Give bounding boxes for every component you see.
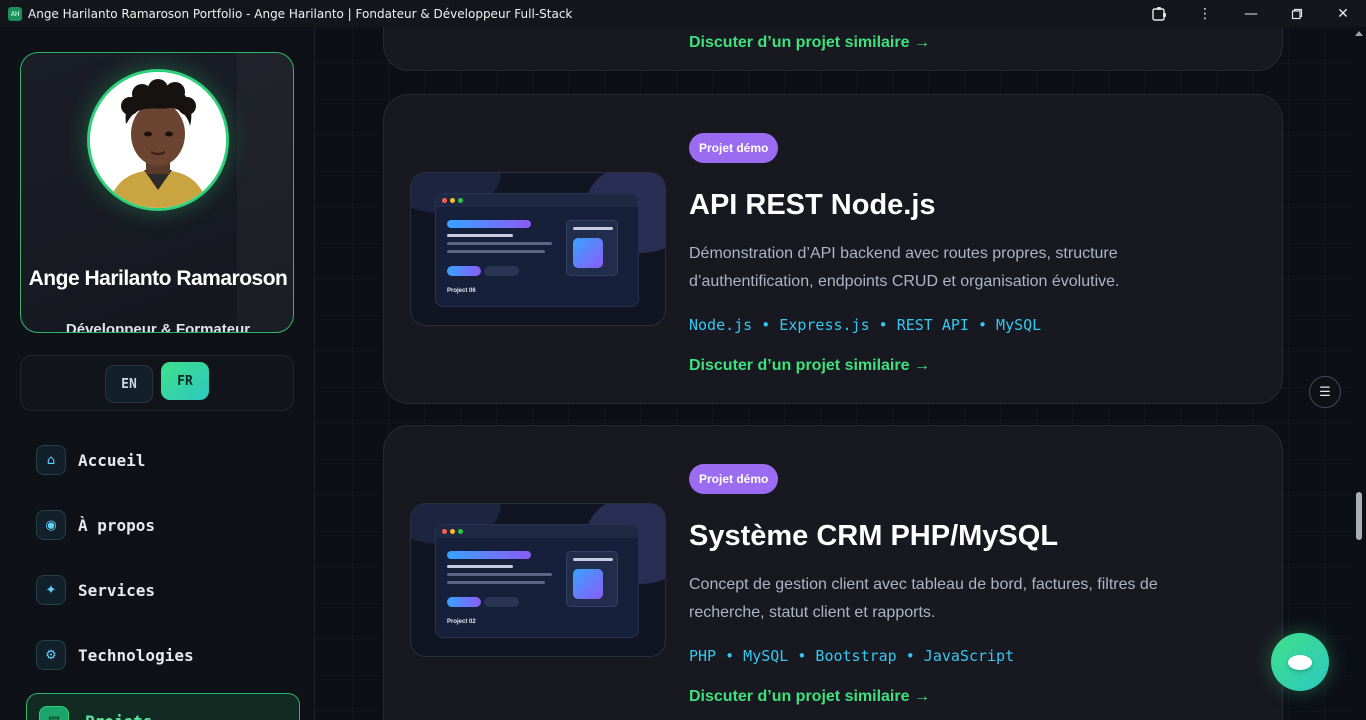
thumbnail-caption: Project 02	[447, 619, 476, 625]
scroll-up-icon[interactable]	[1355, 31, 1363, 36]
project-thumbnail: Project 02	[410, 503, 666, 657]
project-description: Démonstration d’API backend avec routes …	[689, 245, 1120, 290]
nav-item-technologies[interactable]: ⚙ Technologies	[36, 640, 194, 670]
window-controls: ⋮ — ✕	[1136, 0, 1366, 27]
nav-label: Services	[78, 580, 156, 600]
project-title: Système CRM PHP/MySQL	[689, 520, 1059, 552]
profile-role: Développeur & Formateur	[65, 321, 251, 333]
lang-fr-button[interactable]: FR	[161, 362, 209, 400]
discuss-project-link[interactable]: Discuter d’un projet similaire →	[689, 357, 930, 375]
project-thumbnail: Project 06	[410, 172, 666, 326]
sidebar: Ange Harilanto Ramaroson Développeur & F…	[0, 27, 315, 720]
main-content: Discuter d’un projet similaire → Project…	[316, 27, 1352, 720]
discuss-project-link[interactable]: Discuter d’un projet similaire →	[689, 34, 930, 52]
nav-item-accueil[interactable]: ⌂ Accueil	[36, 445, 145, 475]
project-title: API REST Node.js	[689, 189, 936, 221]
project-card: Project 06 Projet démo API REST Node.js …	[383, 94, 1283, 404]
nav-label: Accueil	[78, 450, 146, 470]
lang-en-button[interactable]: EN	[105, 365, 153, 403]
project-tech-stack: PHP • MySQL • Bootstrap • JavaScript	[689, 647, 1015, 665]
home-icon: ⌂	[36, 445, 66, 475]
sparkle-icon: ✦	[36, 575, 66, 605]
more-options-icon[interactable]: ⋮	[1182, 0, 1228, 27]
project-badge: Projet démo	[689, 464, 779, 494]
profile-card: Ange Harilanto Ramaroson Développeur & F…	[20, 52, 294, 333]
thumbnail-caption: Project 06	[447, 288, 476, 294]
project-tech-stack: Node.js • Express.js • REST API • MySQL	[689, 316, 1042, 334]
window-title: Ange Harilanto Ramaroson Portfolio - Ang…	[28, 6, 573, 21]
close-button[interactable]: ✕	[1320, 0, 1366, 27]
nav-label: Technologies	[78, 645, 194, 665]
project-card: Project 02 Projet démo Système CRM PHP/M…	[383, 425, 1283, 720]
project-card: Discuter d’un projet similaire →	[383, 27, 1283, 71]
project-badge: Projet démo	[689, 133, 779, 163]
nav-label: Projets	[85, 712, 152, 720]
chat-bubble-icon	[1288, 654, 1312, 670]
discuss-project-link[interactable]: Discuter d’un projet similaire →	[689, 688, 930, 706]
extensions-icon[interactable]	[1136, 0, 1182, 27]
language-switcher: EN FR	[20, 355, 294, 411]
nav-item-projets[interactable]: ▤ Projets	[26, 693, 300, 720]
window-titlebar: AH Ange Harilanto Ramaroson Portfolio - …	[0, 0, 1366, 27]
maximize-button[interactable]	[1274, 0, 1320, 27]
minimize-button[interactable]: —	[1228, 0, 1274, 27]
nav-item-services[interactable]: ✦ Services	[36, 575, 155, 605]
profile-name: Ange Harilanto Ramaroson	[28, 267, 288, 290]
gear-icon: ⚙	[36, 640, 66, 670]
project-description: Concept de gestion client avec tableau d…	[689, 576, 1158, 621]
chat-button[interactable]	[1271, 633, 1329, 691]
nav-label: À propos	[78, 515, 156, 535]
page-scrollbar[interactable]	[1352, 27, 1366, 720]
avatar	[87, 69, 229, 211]
nav-item-a-propos[interactable]: ◉ À propos	[36, 510, 155, 540]
reading-settings-icon[interactable]: ☰	[1309, 376, 1341, 408]
folder-icon: ▤	[39, 706, 69, 720]
scrollbar-thumb[interactable]	[1356, 492, 1362, 540]
user-circle-icon: ◉	[36, 510, 66, 540]
app-logo-icon: AH	[8, 6, 22, 21]
